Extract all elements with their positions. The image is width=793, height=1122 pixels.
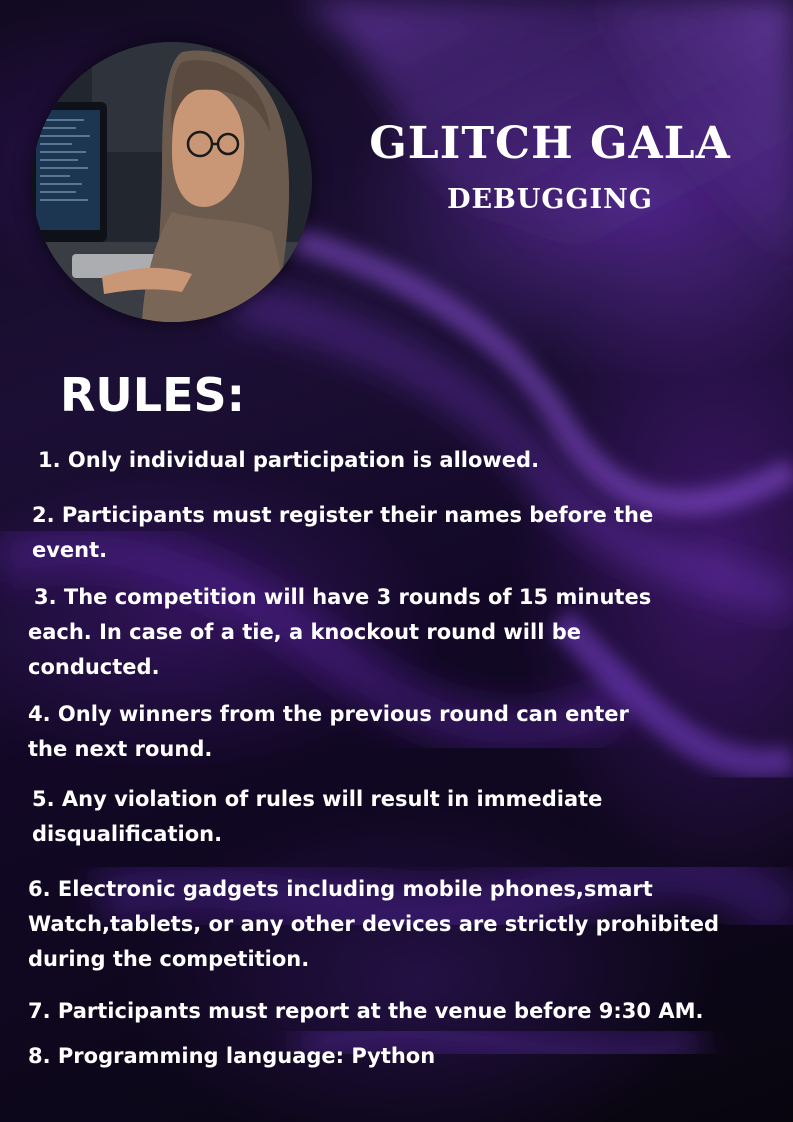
rule-item: 5. Any violation of rules will result in… [32, 787, 603, 846]
rule-item: 6. Electronic gadgets including mobile p… [28, 877, 720, 971]
rule-item: 1. Only individual participation is allo… [38, 448, 540, 472]
event-subtitle: DEBUGGING [447, 184, 653, 215]
rule-item: 2. Participants must register their name… [32, 503, 654, 562]
rules-heading: RULES: [60, 368, 246, 422]
event-title: GLITCH GALA [369, 118, 731, 169]
event-poster: GLITCH GALA DEBUGGING RULES: 1. Only ind… [0, 0, 793, 1122]
rule-item: 7. Participants must report at the venue… [28, 999, 704, 1023]
rule-item: 4. Only winners from the previous round … [28, 702, 629, 761]
coder-photo [32, 42, 312, 322]
rule-item: 8. Programming language: Python [28, 1044, 436, 1068]
rule-item: 3. The competition will have 3 rounds of… [28, 585, 652, 679]
woman-at-computer-illustration [32, 42, 312, 322]
